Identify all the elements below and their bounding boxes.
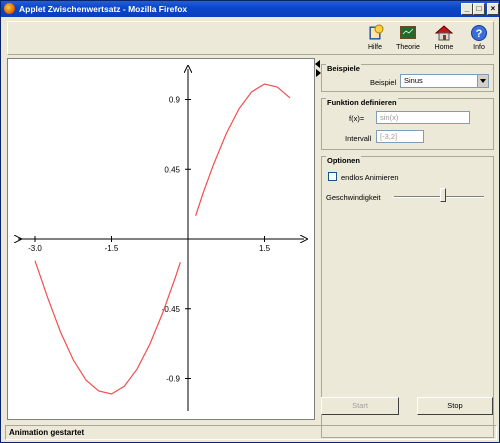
function-curve-segment: [34, 260, 181, 395]
control-panel: Beispiele Beispiel Sinus Funktion defini…: [321, 58, 495, 438]
home-icon: [435, 25, 453, 41]
speed-slider-thumb[interactable]: [440, 188, 446, 202]
beispiel-selected-value: Sinus: [404, 76, 423, 85]
interval-label: Intervall: [345, 134, 372, 143]
y-tick-label: -0.9: [166, 375, 180, 384]
stop-button[interactable]: Stop: [417, 397, 493, 415]
start-button[interactable]: Start: [321, 397, 399, 415]
svg-text:?: ?: [476, 28, 483, 40]
beispiel-label: Beispiel: [370, 78, 397, 87]
fx-label: f(x)=: [349, 114, 365, 123]
close-button[interactable]: ×: [487, 3, 499, 15]
interval-input[interactable]: [-3,2]: [376, 130, 424, 143]
endlos-animieren-label: endlos Animieren: [341, 173, 399, 182]
y-tick-label: 0.45: [164, 165, 180, 174]
x-tick-label: -1.5: [105, 244, 119, 253]
plot-canvas: -3.0 -1.5 1.50.90.45-0.45-0.9: [8, 59, 314, 411]
browser-window: Applet Zwischenwertsatz - Mozilla Firefo…: [0, 0, 500, 443]
y-tick-label: 0.9: [169, 96, 181, 105]
theorie-button[interactable]: Theorie: [393, 23, 423, 54]
collapse-arrow-icon[interactable]: [315, 60, 320, 68]
beispiel-select[interactable]: Sinus: [400, 74, 489, 88]
info-button[interactable]: ? Info: [464, 23, 494, 54]
info-icon: ?: [471, 25, 487, 41]
speed-slider-track[interactable]: [394, 196, 484, 198]
help-book-icon: [369, 24, 384, 40]
optionen-group: Optionen endlos Animieren Geschwindigkei…: [321, 156, 494, 438]
optionen-title: Optionen: [326, 156, 361, 165]
firefox-icon: [4, 3, 15, 14]
theorie-label: Theorie: [396, 44, 420, 51]
hilfe-button[interactable]: Hilfe: [360, 23, 390, 54]
function-curve-segment: [195, 83, 291, 216]
minimize-button[interactable]: _: [461, 3, 473, 15]
applet-toolbar: Hilfe Theorie Home ? Info: [7, 21, 494, 55]
title-bar: Applet Zwischenwertsatz - Mozilla Firefo…: [1, 1, 499, 17]
chevron-down-icon[interactable]: [477, 75, 488, 87]
maximize-button[interactable]: □: [473, 3, 485, 15]
function-plot[interactable]: -3.0 -1.5 1.5 0.9 0.45 -0.45 -0.9: [7, 58, 315, 420]
fx-input[interactable]: sin(x): [376, 111, 470, 124]
home-label: Home: [434, 44, 454, 51]
funktion-group: Funktion definieren f(x)= sin(x) Interva…: [321, 98, 494, 150]
home-button[interactable]: Home: [429, 23, 459, 54]
beispiele-title: Beispiele: [326, 64, 361, 73]
x-tick-label: 1.5: [259, 244, 271, 253]
status-bar: Animation gestartet: [5, 425, 497, 440]
beispiele-group: Beispiele Beispiel Sinus: [321, 64, 494, 92]
window-title: Applet Zwischenwertsatz - Mozilla Firefo…: [19, 4, 188, 14]
x-tick-label: -3.0: [28, 244, 42, 253]
endlos-animieren-checkbox[interactable]: [328, 172, 337, 181]
info-label: Info: [473, 44, 485, 51]
geschwindigkeit-label: Geschwindigkeit: [326, 193, 381, 202]
hilfe-label: Hilfe: [367, 44, 382, 51]
chalkboard-icon: [400, 26, 416, 39]
funktion-title: Funktion definieren: [326, 98, 398, 107]
